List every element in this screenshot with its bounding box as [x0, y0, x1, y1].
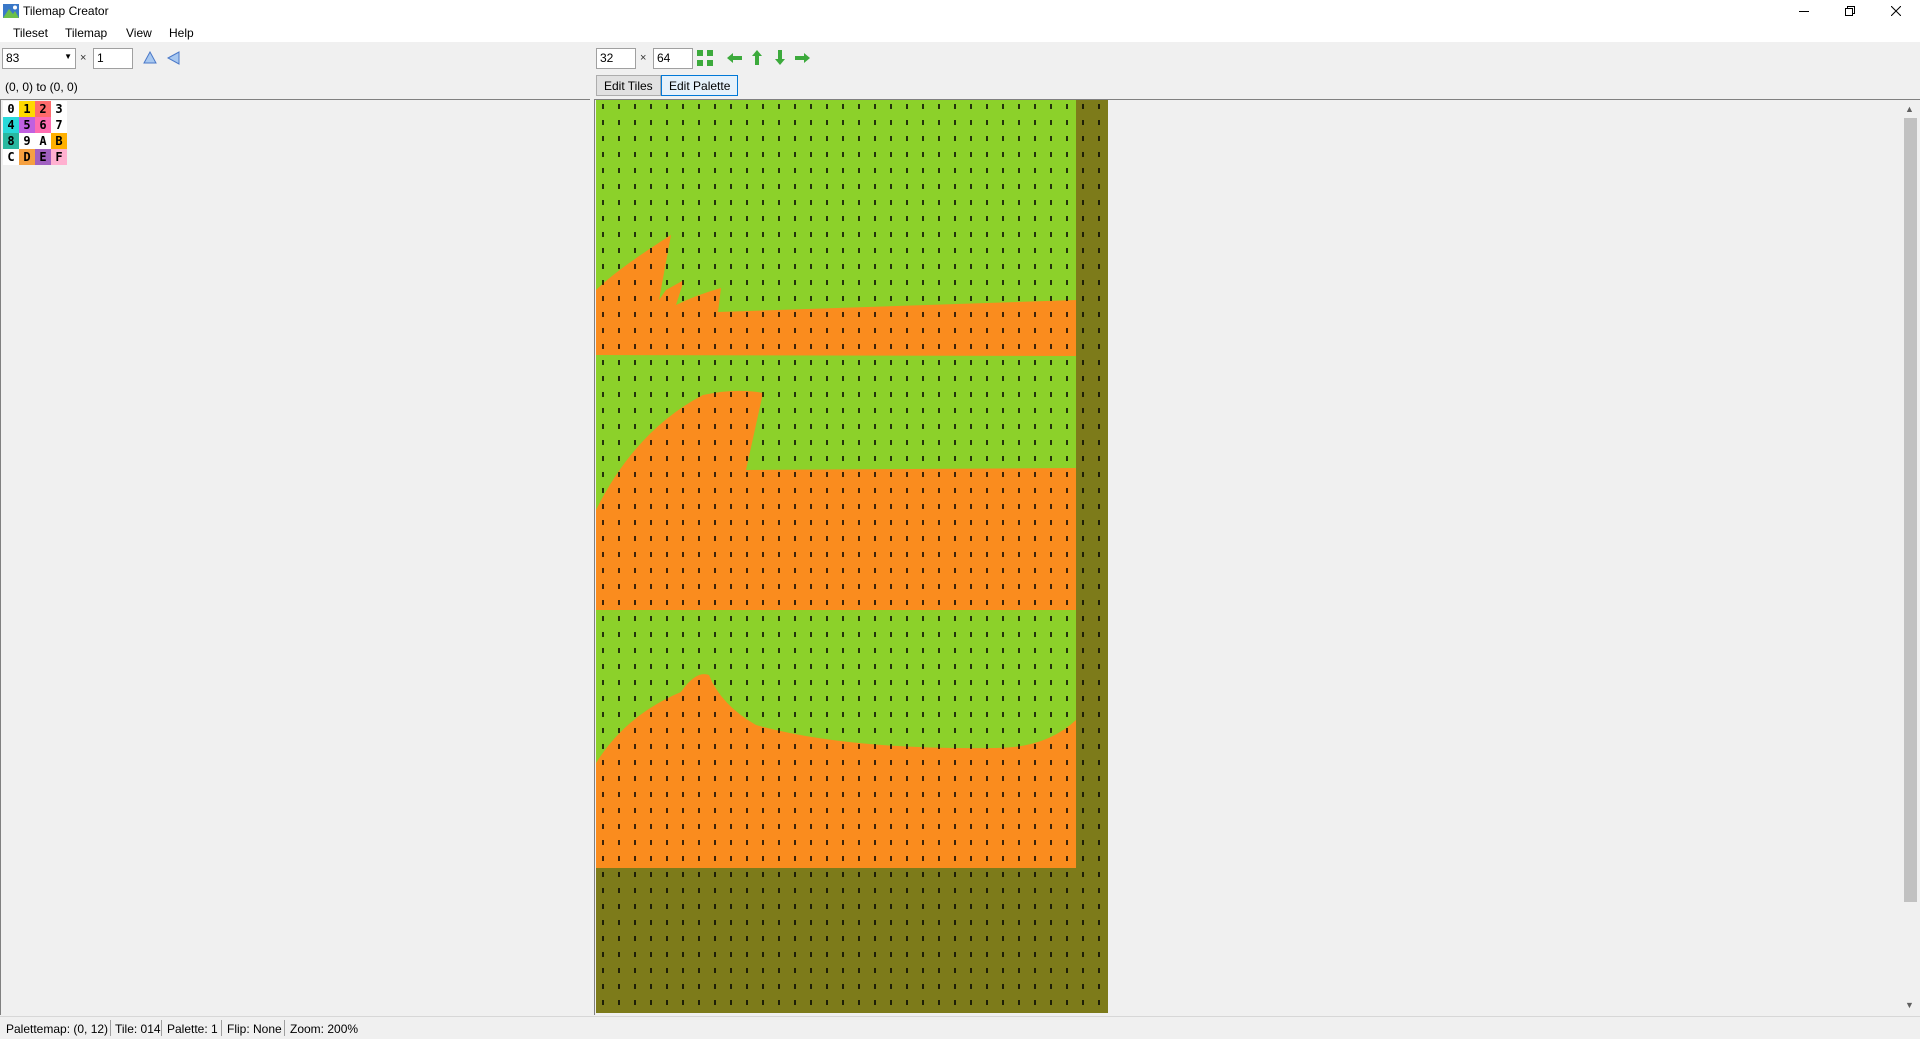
- shift-up-icon[interactable]: [751, 50, 763, 66]
- minimize-icon: [1799, 11, 1809, 12]
- status-divider: [110, 1020, 111, 1036]
- map-height-input[interactable]: 64: [653, 48, 693, 69]
- dimension-separator: ×: [80, 52, 87, 64]
- palette-tile-0[interactable]: 0: [3, 101, 19, 117]
- edit-palette-button[interactable]: Edit Palette: [661, 75, 739, 96]
- tileset-height-input[interactable]: 1: [93, 48, 133, 69]
- shift-down-icon[interactable]: [774, 50, 786, 66]
- tileset-count-dropdown[interactable]: 83 ▼: [2, 48, 76, 69]
- map-dimension-separator: ×: [640, 52, 647, 64]
- status-flip: Flip: None: [227, 1022, 282, 1036]
- scroll-up-icon[interactable]: ▲: [1905, 104, 1914, 114]
- palette-tile-5[interactable]: 5: [19, 117, 35, 133]
- shift-left-icon[interactable]: [727, 52, 743, 64]
- menu-view[interactable]: View: [126, 26, 152, 40]
- menu-tilemap[interactable]: Tilemap: [65, 26, 107, 40]
- tileset-count-value: 83: [6, 51, 20, 65]
- status-divider: [161, 1020, 162, 1036]
- palette-tile-9[interactable]: 9: [19, 133, 35, 149]
- close-button[interactable]: [1873, 0, 1919, 22]
- selection-coordinates: (0, 0) to (0, 0): [5, 80, 78, 94]
- palette-tile-6[interactable]: 6: [35, 117, 51, 133]
- resize-grid-icon[interactable]: [696, 49, 714, 67]
- tilemap-canvas[interactable]: [596, 100, 1108, 1013]
- menu-tileset[interactable]: Tileset: [13, 26, 48, 40]
- flip-horizontal-icon[interactable]: [167, 51, 181, 65]
- status-bar: Palettemap: (0, 12) Tile: 014 Palette: 1…: [0, 1016, 1920, 1039]
- palette-tile-b[interactable]: B: [51, 133, 67, 149]
- status-tile: Tile: 014: [115, 1022, 161, 1036]
- status-divider: [284, 1020, 285, 1036]
- close-icon: [1891, 6, 1901, 16]
- status-palettemap: Palettemap: (0, 12): [6, 1022, 109, 1036]
- tile-grid-overlay: [596, 100, 1108, 1013]
- window-title: Tilemap Creator: [23, 4, 109, 18]
- map-height-value: 64: [657, 51, 671, 65]
- palette-tile-d[interactable]: D: [19, 149, 35, 165]
- status-divider: [221, 1020, 222, 1036]
- restore-icon: [1845, 6, 1855, 16]
- flip-vertical-icon[interactable]: [143, 51, 157, 65]
- chevron-down-icon: ▼: [64, 52, 72, 61]
- palette-tile-e[interactable]: E: [35, 149, 51, 165]
- palette-tile-8[interactable]: 8: [3, 133, 19, 149]
- menu-help[interactable]: Help: [169, 26, 194, 40]
- status-palette: Palette: 1: [167, 1022, 218, 1036]
- palette-tile-f[interactable]: F: [51, 149, 67, 165]
- map-width-input[interactable]: 32: [596, 48, 636, 69]
- map-width-value: 32: [600, 51, 614, 65]
- palette-tile-1[interactable]: 1: [19, 101, 35, 117]
- shift-right-icon[interactable]: [795, 52, 811, 64]
- scrollbar-thumb[interactable]: [1904, 118, 1917, 902]
- palette-tile-a[interactable]: A: [35, 133, 51, 149]
- menu-bar: Tileset Tilemap View Help: [0, 22, 1920, 42]
- palette-tile-4[interactable]: 4: [3, 117, 19, 133]
- app-icon: [3, 4, 19, 18]
- restore-button[interactable]: [1827, 0, 1873, 22]
- scroll-down-icon[interactable]: ▼: [1905, 1000, 1914, 1010]
- palette-tile-7[interactable]: 7: [51, 117, 67, 133]
- status-zoom: Zoom: 200%: [290, 1022, 359, 1036]
- edit-tiles-button[interactable]: Edit Tiles: [596, 75, 661, 96]
- palette-tile-c[interactable]: C: [3, 149, 19, 165]
- title-bar: Tilemap Creator: [0, 0, 1920, 22]
- tileset-height-value: 1: [97, 51, 104, 65]
- minimize-button[interactable]: [1781, 0, 1827, 22]
- tileset-pane[interactable]: [0, 99, 590, 1015]
- palette-tile-2[interactable]: 2: [35, 101, 51, 117]
- palette-tile-3[interactable]: 3: [51, 101, 67, 117]
